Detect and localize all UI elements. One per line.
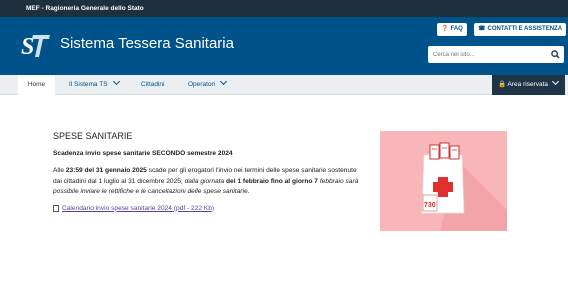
faq-button[interactable]: ❓ FAQ bbox=[437, 23, 467, 36]
top-bar: MEF - Ragioneria Generale dello Stato bbox=[0, 0, 568, 17]
chevron-down-icon bbox=[220, 77, 228, 86]
ts-logo-icon[interactable]: S bbox=[20, 29, 52, 61]
nav-cittadini-label: Cittadini bbox=[141, 81, 165, 88]
faq-label: FAQ bbox=[450, 26, 463, 32]
para-deadline: 23:59 del 31 gennaio 2025 bbox=[65, 167, 147, 174]
reserved-area-label: Area riservata bbox=[507, 81, 549, 88]
nav-operatori[interactable]: Operatori bbox=[188, 75, 228, 95]
calendar-pdf-link[interactable]: Calendario invio spese sanitarie 2024 (p… bbox=[53, 204, 363, 212]
para-dates: del 1 febbraio fino al giorno 7 bbox=[224, 177, 318, 185]
main-nav: Home Il Sistema TS Cittadini Operatori 🔒… bbox=[0, 75, 568, 95]
nav-cittadini[interactable]: Cittadini bbox=[141, 75, 164, 95]
nav-home[interactable]: Home bbox=[18, 75, 55, 95]
search-box bbox=[428, 46, 564, 63]
article-paragraph: Alle 23:59 del 31 gennaio 2025 scade per… bbox=[53, 166, 363, 198]
page-title: SPESE SANITARIE bbox=[53, 131, 133, 141]
calendar-730-label: 730 bbox=[424, 202, 436, 209]
para-italic: dalla giornata bbox=[184, 177, 225, 185]
search-icon bbox=[550, 50, 560, 59]
contacts-label: CONTATTI E ASSISTENZA bbox=[487, 26, 563, 32]
pdf-icon bbox=[53, 204, 59, 212]
site-title[interactable]: Sistema Tessera Sanitaria bbox=[60, 34, 234, 54]
lock-icon: 🔒 bbox=[498, 81, 507, 88]
phone-icon: ☎ bbox=[478, 26, 486, 32]
nav-il-sistema-ts[interactable]: Il Sistema TS bbox=[69, 75, 120, 95]
search-input[interactable] bbox=[428, 46, 546, 63]
question-icon: ❓ bbox=[441, 26, 449, 32]
nav-home-label: Home bbox=[27, 81, 46, 88]
reserved-area-button[interactable]: 🔒 Area riservata bbox=[492, 75, 565, 95]
article-subtitle: Scadenza invio spese sanitarie SECONDO s… bbox=[53, 150, 233, 157]
chevron-down-icon bbox=[551, 77, 560, 86]
news-article: SPESE SANITARIE Scadenza invio spese san… bbox=[53, 131, 363, 212]
site-header: S Sistema Tessera Sanitaria ❓ FAQ ☎ CONTAT… bbox=[0, 17, 568, 75]
calendar-pdf-link-label: Calendario invio spese sanitarie 2024 (p… bbox=[62, 204, 215, 212]
spese-sanitarie-illustration: 730 bbox=[380, 131, 507, 231]
nav-il-sistema-ts-label: Il Sistema TS bbox=[69, 81, 108, 88]
search-button[interactable] bbox=[546, 46, 564, 63]
nav-operatori-label: Operatori bbox=[188, 81, 216, 88]
chevron-down-icon bbox=[112, 77, 120, 86]
contacts-button[interactable]: ☎ CONTATTI E ASSISTENZA bbox=[474, 23, 567, 36]
org-label: MEF - Ragioneria Generale dello Stato bbox=[26, 5, 144, 12]
para-text: Alle bbox=[53, 167, 66, 174]
